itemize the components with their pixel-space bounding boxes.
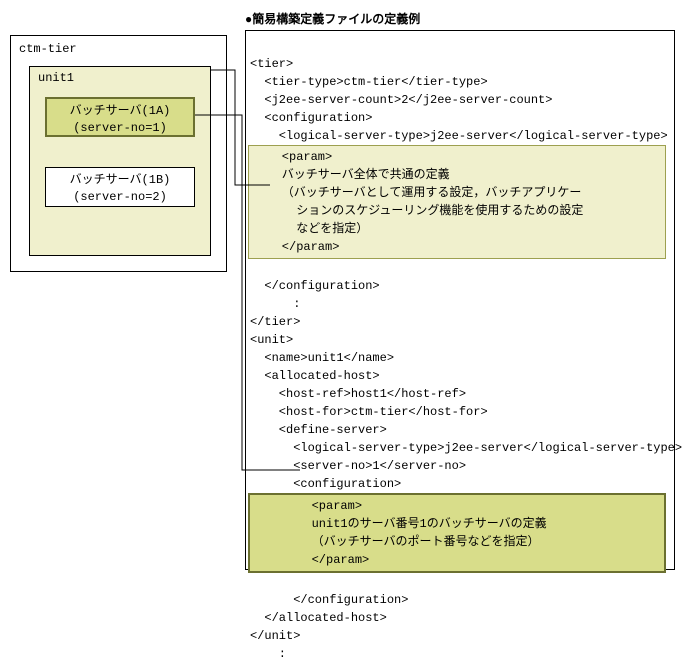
code-line: （バッチサーバのポート番号などを指定） — [254, 533, 660, 551]
code-line: （バッチサーバとして運用する設定，バッチアプリケー — [253, 184, 661, 202]
code-line: <logical-server-type>j2ee-server</logica… — [250, 441, 682, 455]
code-line: : — [250, 297, 300, 311]
code-line: </unit> — [250, 629, 300, 643]
ctm-tier-box: ctm-tier unit1 バッチサーバ(1A) (server-no=1) … — [10, 35, 227, 272]
code-line: <logical-server-type>j2ee-server</logica… — [250, 129, 668, 143]
code-line: <define-server> — [250, 423, 387, 437]
code-line: などを指定） — [253, 220, 661, 238]
diagram-title: ●簡易構築定義ファイルの定義例 — [245, 10, 420, 27]
common-param-highlight: <param> バッチサーバ全体で共通の定義 （バッチサーバとして運用する設定，… — [248, 145, 666, 259]
code-line: </configuration> — [250, 593, 408, 607]
code-line: <param> — [254, 497, 660, 515]
code-line: <tier-type>ctm-tier</tier-type> — [250, 75, 488, 89]
server2-no: (server-no=2) — [73, 190, 167, 204]
code-line: : — [250, 647, 286, 661]
server-param-highlight: <param> unit1のサーバ番号1のバッチサーバの定義 （バッチサーバのポ… — [248, 493, 666, 573]
code-line: </configuration> — [250, 279, 380, 293]
code-line: <host-ref>host1</host-ref> — [250, 387, 466, 401]
code-line: </tier> — [250, 315, 300, 329]
code-line: <name>unit1</name> — [250, 351, 394, 365]
code-line: <configuration> — [250, 477, 401, 491]
code-line: </param> — [254, 551, 660, 569]
code-line: バッチサーバ全体で共通の定義 — [253, 166, 661, 184]
code-line: ションのスケジューリング機能を使用するための設定 — [253, 202, 661, 220]
code-line: <allocated-host> — [250, 369, 380, 383]
unit-label: unit1 — [38, 71, 74, 85]
code-line: <host-for>ctm-tier</host-for> — [250, 405, 488, 419]
batch-server-1a: バッチサーバ(1A) (server-no=1) — [45, 97, 195, 137]
code-line: <configuration> — [250, 111, 372, 125]
server1-no: (server-no=1) — [73, 121, 167, 135]
ctm-tier-label: ctm-tier — [19, 42, 77, 56]
code-line: <tier> — [250, 57, 293, 71]
code-line: </param> — [253, 238, 661, 256]
batch-server-1b: バッチサーバ(1B) (server-no=2) — [45, 167, 195, 207]
server2-name: バッチサーバ(1B) — [70, 173, 171, 187]
server1-name: バッチサーバ(1A) — [70, 104, 171, 118]
code-line: <param> — [253, 148, 661, 166]
code-line: <server-no>1</server-no> — [250, 459, 466, 473]
code-line: </allocated-host> — [250, 611, 387, 625]
unit-box: unit1 バッチサーバ(1A) (server-no=1) バッチサーバ(1B… — [29, 66, 211, 256]
code-line: unit1のサーバ番号1のバッチサーバの定義 — [254, 515, 660, 533]
code-line: <unit> — [250, 333, 293, 347]
code-line: <j2ee-server-count>2</j2ee-server-count> — [250, 93, 552, 107]
code-example-panel: <tier> <tier-type>ctm-tier</tier-type> <… — [245, 30, 675, 570]
